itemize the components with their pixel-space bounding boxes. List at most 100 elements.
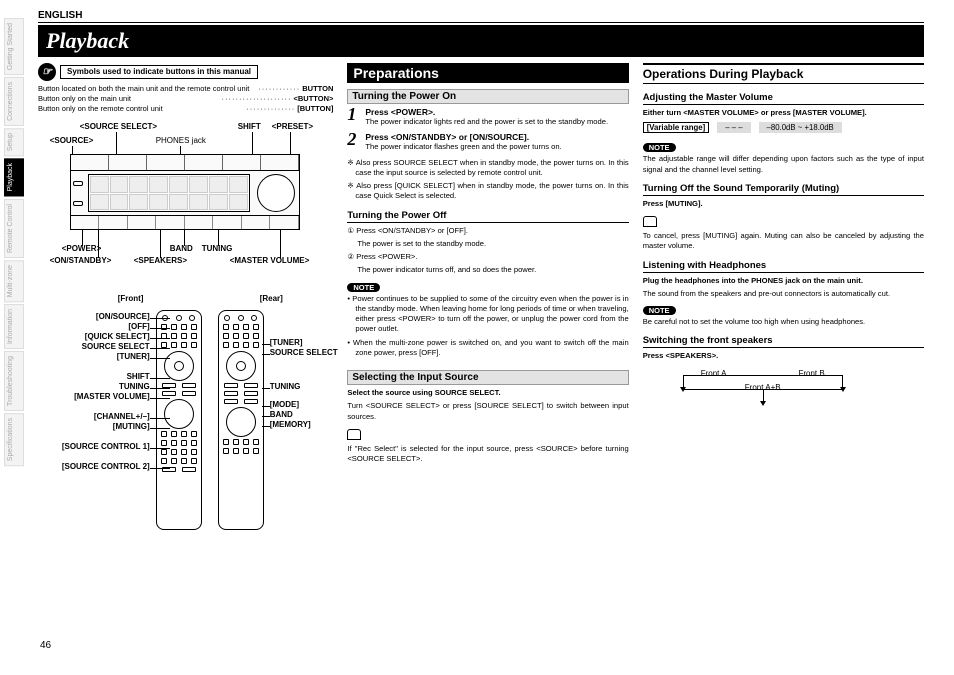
remote-label: [TUNER] xyxy=(117,352,150,361)
step-note: ※ Also press SOURCE SELECT when in stand… xyxy=(347,158,628,179)
remote-label: [MASTER VOLUME] xyxy=(74,392,150,401)
instruction-title: Select the source using SOURCE SELECT. xyxy=(347,388,500,397)
subhead-adj-volume: Adjusting the Master Volume xyxy=(643,92,924,105)
legend-row-text: Button only on the main unit xyxy=(38,94,220,104)
subhead-front-speakers: Switching the front speakers xyxy=(643,335,924,348)
tab-remote-control: Remote Control xyxy=(4,199,24,258)
step-note: ※ Also press [QUICK SELECT] when in stan… xyxy=(347,181,628,202)
legend-row-symbol: [BUTTON] xyxy=(297,104,333,114)
step-body: The power indicator lights red and the p… xyxy=(365,117,608,127)
column-preparations: Preparations Turning the Power On 1 Pres… xyxy=(347,63,628,562)
remote-diagram: [Front] [Rear] xyxy=(50,292,322,562)
label-phones-jack: PHONES jack xyxy=(156,136,206,145)
label-speakers: <SPEAKERS> xyxy=(134,256,187,265)
legend-box: ☞ Symbols used to indicate buttons in th… xyxy=(38,63,333,114)
subhead-power-on: Turning the Power On xyxy=(347,89,628,104)
remote-label: [CHANNEL+/–] xyxy=(94,412,150,421)
tab-information: Information xyxy=(4,304,24,349)
page-number: 46 xyxy=(40,640,51,651)
spk-label-b: Front B xyxy=(798,369,824,378)
remote-label: SOURCE SELECT xyxy=(82,342,150,351)
note-badge: NOTE xyxy=(347,283,380,292)
instruction: ① Press <ON/STANDBY> or [OFF]. xyxy=(347,226,628,236)
label-power: <POWER> xyxy=(62,244,102,253)
section-tabs: Getting Started Connections Setup Playba… xyxy=(4,18,24,466)
tab-connections: Connections xyxy=(4,77,24,126)
label-source: <SOURCE> xyxy=(50,136,94,145)
label-on-standby: <ON/STANDBY> xyxy=(50,256,112,265)
instruction-title: Press <SPEAKERS>. xyxy=(643,351,719,360)
remote-label: SHIFT xyxy=(127,372,150,381)
remote-label: [MEMORY] xyxy=(270,420,311,429)
label-tuning: TUNING xyxy=(202,244,233,253)
language-label: ENGLISH xyxy=(38,10,82,21)
label-preset: <PRESET> xyxy=(272,122,313,131)
page-title: Playback xyxy=(46,28,916,54)
range-label: [Variable range] xyxy=(643,122,710,133)
remote-front-graphic xyxy=(156,310,202,530)
note-badge: NOTE xyxy=(643,143,676,152)
column-operations: Operations During Playback Adjusting the… xyxy=(643,63,924,562)
remote-label: BAND xyxy=(270,410,293,419)
note-text: Be careful not to set the volume too hig… xyxy=(643,317,924,327)
page-title-bar: Playback xyxy=(38,25,924,57)
hand-icon: ☞ xyxy=(38,63,56,81)
remote-label: [MODE] xyxy=(270,400,299,409)
note-text: The adjustable range will differ dependi… xyxy=(643,154,924,175)
spk-label-ab: Front A+B xyxy=(745,383,781,392)
instruction: ② Press <POWER>. xyxy=(347,252,628,262)
speaker-switch-diagram: Front A Front B Front A+B xyxy=(643,365,883,415)
tab-multi-zone: Multi-zone xyxy=(4,260,24,302)
remote-label: [ON/SOURCE] xyxy=(96,312,150,321)
remote-rear-graphic xyxy=(218,310,264,530)
instruction-title: Press [MUTING]. xyxy=(643,199,703,208)
step-title: Press <ON/STANDBY> or [ON/SOURCE]. xyxy=(365,132,529,142)
spk-label-a: Front A xyxy=(701,369,727,378)
instruction-detail: The power is set to the standby mode. xyxy=(347,239,628,249)
label-master-volume: <MASTER VOLUME> xyxy=(230,256,310,265)
subhead-input-source: Selecting the Input Source xyxy=(347,370,628,385)
remote-label: TUNING xyxy=(270,382,301,391)
legend-row-symbol: BUTTON xyxy=(302,84,333,94)
tab-setup: Setup xyxy=(4,128,24,156)
remote-label: [QUICK SELECT] xyxy=(85,332,150,341)
legend-row-text: Button only on the remote control unit xyxy=(38,104,244,114)
remote-label: [SOURCE CONTROL 2] xyxy=(62,462,150,471)
section-preparations: Preparations xyxy=(347,63,628,83)
legend-title: Symbols used to indicate buttons in this… xyxy=(60,65,258,80)
label-source-select: <SOURCE SELECT> xyxy=(80,122,157,131)
legend-row-symbol: <BUTTON> xyxy=(294,94,334,104)
tip-icon xyxy=(643,216,657,227)
tab-playback: Playback xyxy=(4,158,24,196)
tip-text: To cancel, press [MUTING] again. Muting … xyxy=(643,231,924,252)
instruction-detail: The sound from the speakers and pre-out … xyxy=(643,289,924,299)
step-number: 1 xyxy=(347,107,361,130)
subhead-muting: Turning Off the Sound Temporarily (Mutin… xyxy=(643,183,924,196)
step-title: Press <POWER>. xyxy=(365,107,435,117)
remote-label: [TUNER] xyxy=(270,338,303,347)
label-band: BAND xyxy=(170,244,193,253)
column-diagrams: ☞ Symbols used to indicate buttons in th… xyxy=(38,63,333,562)
manual-page: Getting Started Connections Setup Playba… xyxy=(0,0,954,675)
note-text: • When the multi-zone power is switched … xyxy=(347,338,628,359)
note-badge: NOTE xyxy=(643,306,676,315)
tab-specifications: Specifications xyxy=(4,413,24,466)
instruction-title: Either turn <MASTER VOLUME> or press [MA… xyxy=(643,108,867,117)
remote-label: SOURCE SELECT xyxy=(270,348,338,357)
remote-label: [SOURCE CONTROL 1] xyxy=(62,442,150,451)
tab-getting-started: Getting Started xyxy=(4,18,24,75)
remote-label: [MUTING] xyxy=(113,422,150,431)
tip-text: If "Rec Select" is selected for the inpu… xyxy=(347,444,628,465)
section-operations: Operations During Playback xyxy=(643,63,924,84)
remote-label: [OFF] xyxy=(128,322,149,331)
remote-label: TUNING xyxy=(119,382,150,391)
subhead-headphones: Listening with Headphones xyxy=(643,260,924,273)
step-body: The power indicator flashes green and th… xyxy=(365,142,561,152)
main-unit-diagram: <SOURCE SELECT> SHIFT <PRESET> <SOURCE> … xyxy=(50,122,322,282)
step-number: 2 xyxy=(347,132,361,155)
instruction-detail: The power indicator turns off, and so do… xyxy=(347,265,628,275)
remote-header-front: [Front] xyxy=(118,294,144,303)
label-shift: SHIFT xyxy=(238,122,261,131)
instruction-title: Plug the headphones into the PHONES jack… xyxy=(643,276,863,285)
range-value: –80.0dB ~ +18.0dB xyxy=(759,122,842,133)
